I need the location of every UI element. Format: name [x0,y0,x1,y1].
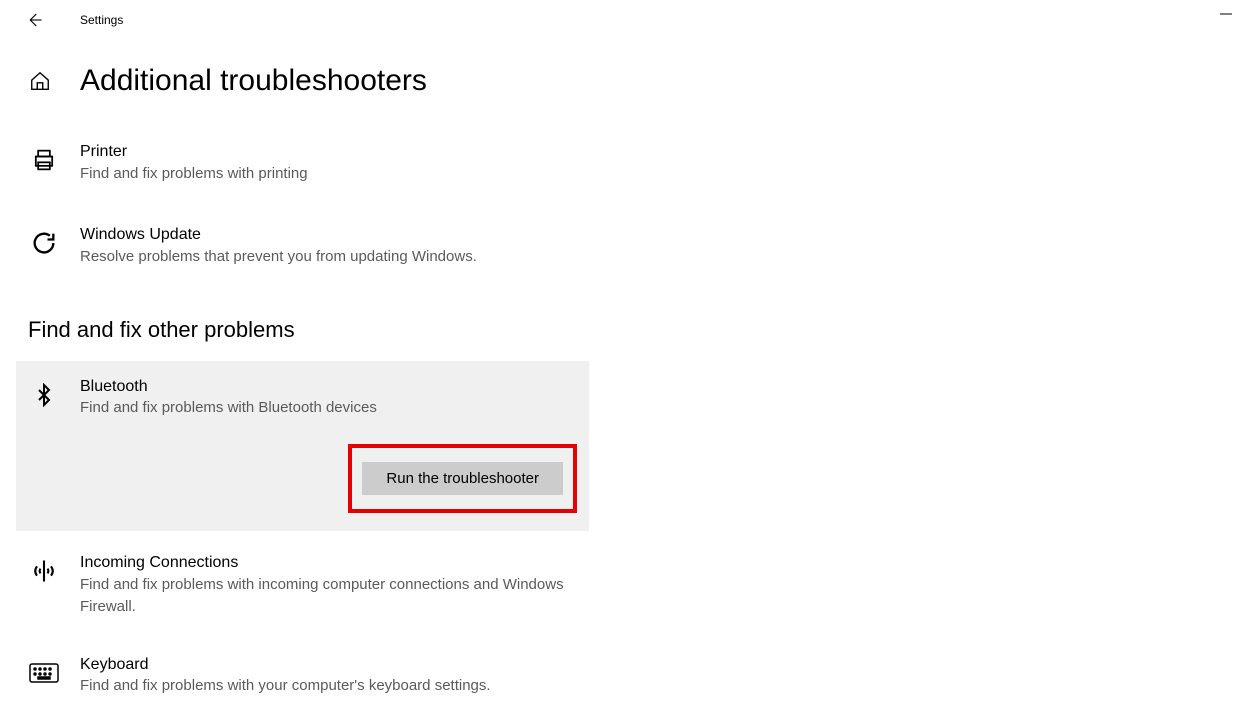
troubleshooter-incoming-connections[interactable]: Incoming Connections Find and fix proble… [28,541,1253,629]
run-troubleshooter-button[interactable]: Run the troubleshooter [362,462,563,495]
bluetooth-icon [28,379,60,411]
item-title: Incoming Connections [80,553,580,574]
troubleshooter-printer[interactable]: Printer Find and fix problems with print… [28,130,1253,195]
item-title: Windows Update [80,225,477,246]
item-desc: Find and fix problems with Bluetooth dev… [80,397,377,420]
back-button[interactable] [18,4,50,36]
section-title-other: Find and fix other problems [28,279,1253,361]
item-desc: Find and fix problems with incoming comp… [80,574,580,619]
update-icon [28,227,60,259]
item-desc: Find and fix problems with printing [80,163,308,186]
item-title: Bluetooth [80,377,377,398]
item-desc: Resolve problems that prevent you from u… [80,246,477,269]
incoming-connections-icon [28,555,60,587]
item-desc: Find and fix problems with your computer… [80,675,491,698]
run-button-highlight: Run the troubleshooter [348,444,577,513]
item-title: Printer [80,142,308,163]
troubleshooter-windows-update[interactable]: Windows Update Resolve problems that pre… [28,213,1253,278]
page-title: Additional troubleshooters [80,64,427,98]
keyboard-icon [28,657,60,689]
app-title: Settings [80,13,123,27]
troubleshooter-keyboard[interactable]: Keyboard Find and fix problems with your… [28,643,1253,708]
minimize-button[interactable] [1211,4,1241,24]
troubleshooter-bluetooth[interactable]: Bluetooth Find and fix problems with Blu… [16,361,589,531]
home-icon[interactable] [28,70,52,92]
item-title: Keyboard [80,655,491,676]
printer-icon [28,144,60,176]
